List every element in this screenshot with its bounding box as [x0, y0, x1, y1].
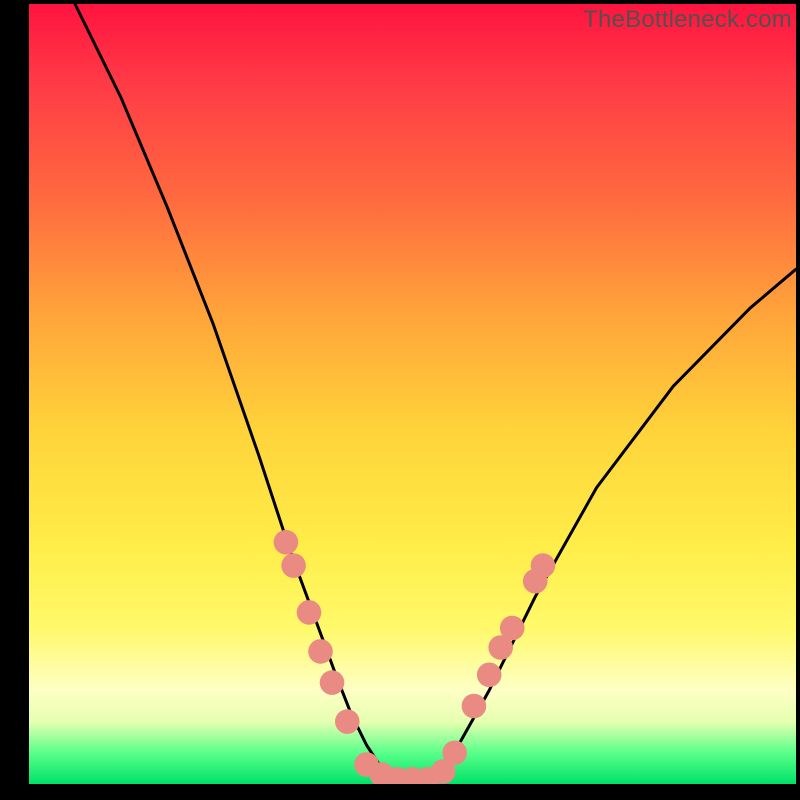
watermark-text: TheBottleneck.com	[583, 6, 792, 34]
plot-area	[29, 4, 796, 784]
chart-frame: TheBottleneck.com	[0, 0, 800, 800]
curve-svg	[29, 4, 796, 784]
bottleneck-curve	[75, 4, 796, 784]
highlight-dots	[274, 530, 556, 784]
